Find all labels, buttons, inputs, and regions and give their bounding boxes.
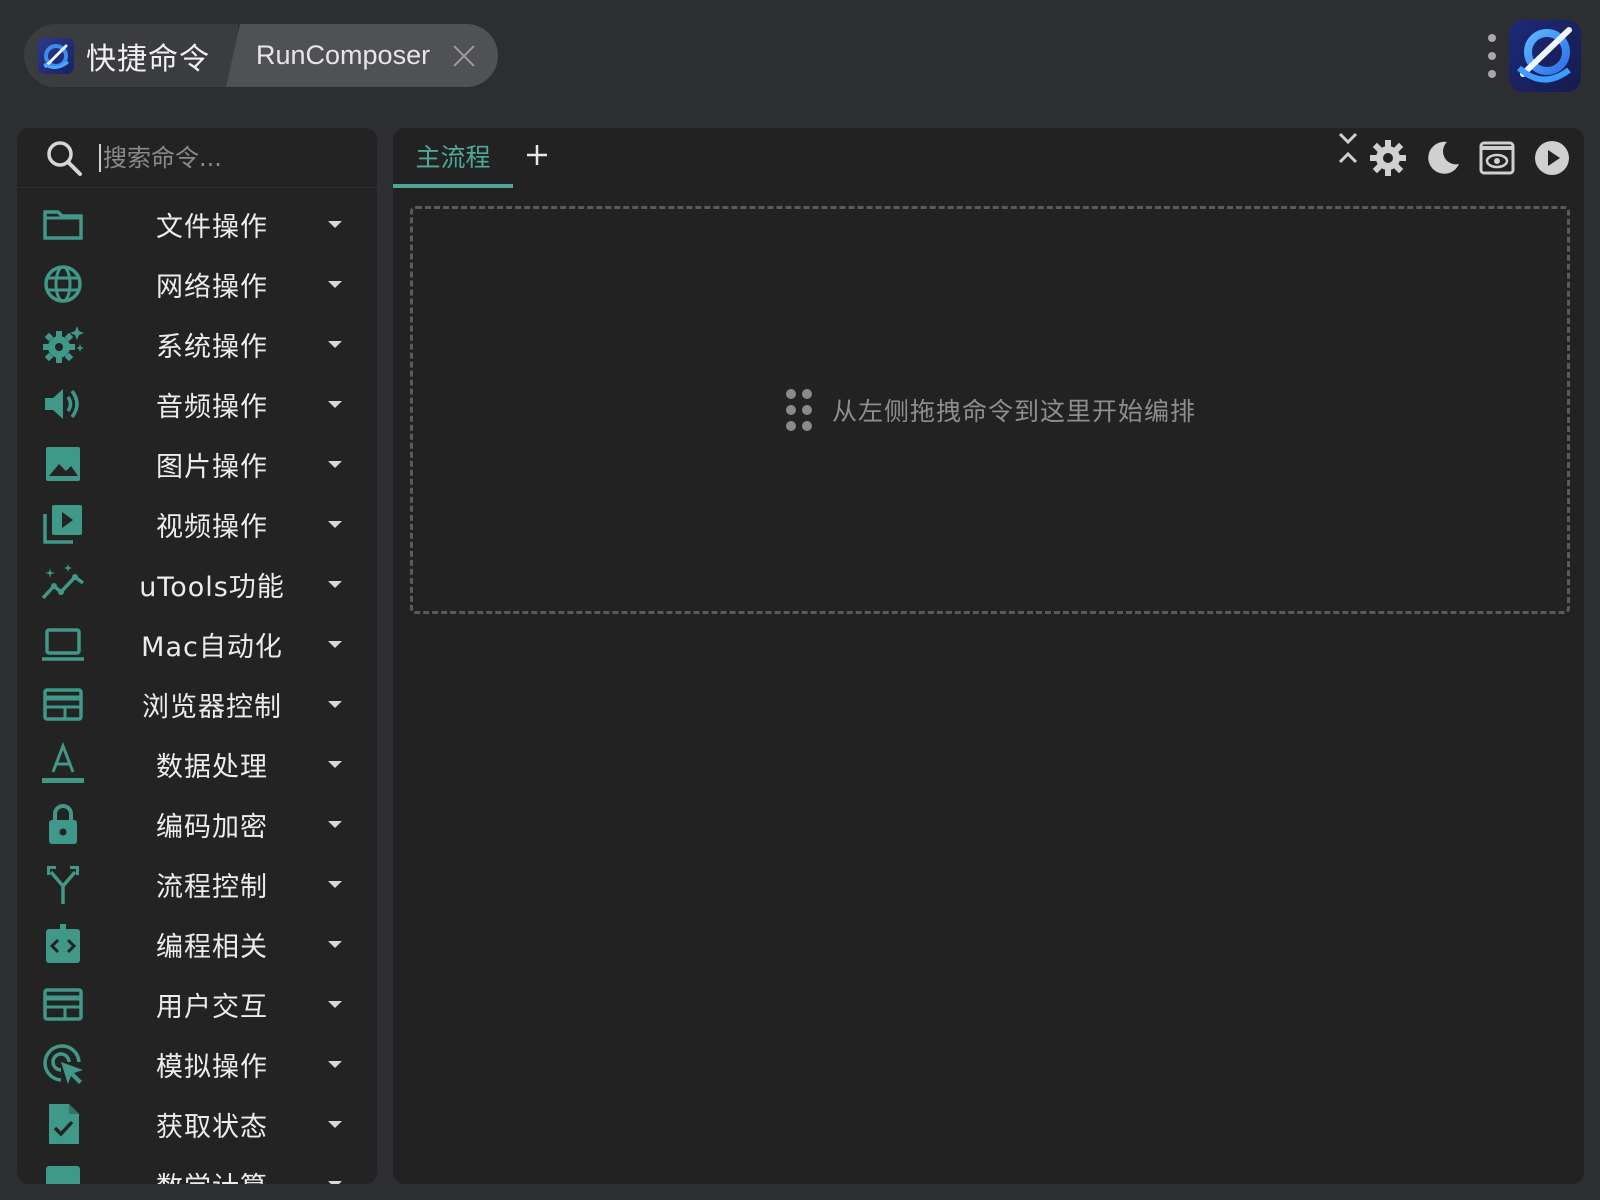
category-item[interactable]: 用户交互: [17, 974, 377, 1034]
category-label: 数据处理: [156, 751, 268, 783]
drag-handle-icon: [785, 389, 812, 431]
breadcrumb-label: RunComposer: [256, 40, 431, 70]
drop-zone[interactable]: 从左侧拖拽命令到这里开始编排: [410, 206, 1570, 614]
breadcrumb-current[interactable]: RunComposer: [226, 24, 499, 87]
chevron-down-icon: [328, 1061, 342, 1068]
video-library-icon: [43, 505, 82, 544]
composer-panel: 主流程 从左侧拖拽命令到这里开始编排: [393, 128, 1584, 1184]
search-input[interactable]: [99, 143, 359, 172]
category-label: 音频操作: [156, 391, 268, 423]
category-item[interactable]: 编程相关: [17, 914, 377, 974]
sparkle-chart-icon: [41, 564, 85, 600]
chevron-down-icon: [328, 1001, 342, 1008]
settings-sparkle-icon: [43, 326, 84, 363]
close-icon[interactable]: [452, 44, 476, 68]
category-label: Mac自动化: [141, 631, 283, 663]
chevron-down-icon: [328, 1121, 342, 1128]
app-title: 快捷命令: [86, 41, 210, 77]
category-label: 数学计算: [97, 1165, 327, 1185]
tab-main-flow[interactable]: 主流程: [393, 128, 513, 188]
folder-icon: [43, 210, 83, 240]
browser-window-icon: [43, 688, 83, 721]
file-check-icon: [49, 1104, 79, 1144]
category-label: 流程控制: [156, 871, 268, 903]
app-logo: [1509, 20, 1581, 92]
globe-icon: [44, 265, 82, 303]
category-item[interactable]: 数据处理: [17, 734, 377, 794]
image-icon: [46, 447, 80, 481]
chevron-down-icon: [328, 461, 342, 468]
chevron-down-icon: [328, 1181, 342, 1184]
lock-icon: [49, 804, 77, 844]
category-label: 获取状态: [156, 1111, 268, 1143]
category-label: 模拟操作: [156, 1051, 268, 1083]
code-icon: [46, 924, 80, 963]
chevron-down-icon: [328, 401, 342, 408]
more-menu-icon[interactable]: [1486, 34, 1498, 78]
category-label: 编程相关: [156, 931, 268, 963]
collapse-icon[interactable]: [1328, 128, 1368, 168]
search-icon: [47, 140, 82, 176]
chevron-down-icon: [328, 341, 342, 348]
category-item[interactable]: 编码加密: [17, 794, 377, 854]
add-tab-icon[interactable]: [524, 142, 550, 168]
breadcrumb: 快捷命令 RunComposer: [24, 24, 499, 87]
cursor-click-icon: [43, 1044, 83, 1084]
fork-arrow-icon: [47, 866, 79, 904]
chevron-down-icon: [328, 941, 342, 948]
chevron-down-icon: [328, 641, 342, 648]
laptop-icon: [42, 628, 84, 661]
chevron-down-icon: [328, 881, 342, 888]
gear-icon[interactable]: [1368, 138, 1408, 178]
chevron-down-icon: [328, 701, 342, 708]
preview-icon[interactable]: [1477, 138, 1517, 178]
chevron-down-icon: [328, 581, 342, 588]
window-icon: [43, 988, 83, 1021]
moon-icon[interactable]: [1423, 138, 1463, 178]
category-label: 浏览器控制: [142, 691, 282, 723]
run-icon[interactable]: [1532, 138, 1572, 178]
category-list: 文件操作 网络操作 系统操作 音频操作 图片操作 视频操作 uTools功能 M…: [17, 188, 377, 1184]
category-item[interactable]: 流程控制: [17, 854, 377, 914]
app-logo-icon: [38, 37, 74, 74]
category-item[interactable]: 浏览器控制: [17, 674, 377, 734]
category-label: 文件操作: [156, 211, 268, 243]
chevron-down-icon: [328, 221, 342, 228]
category-label: 图片操作: [156, 451, 268, 483]
text-format-icon: [42, 742, 84, 783]
category-item[interactable]: 网络操作: [17, 254, 377, 314]
speaker-icon: [45, 389, 79, 419]
category-label: 用户交互: [156, 991, 268, 1023]
command-sidebar: 文件操作 网络操作: [17, 128, 377, 1184]
category-item[interactable]: 音频操作: [17, 374, 377, 434]
category-item[interactable]: 视频操作: [17, 494, 377, 554]
chevron-down-icon: [328, 761, 342, 768]
category-item[interactable]: 文件操作: [17, 194, 377, 254]
category-item[interactable]: 模拟操作: [17, 1034, 377, 1094]
category-item[interactable]: 数学计算: [17, 1154, 377, 1184]
category-item[interactable]: 系统操作: [17, 314, 377, 374]
drop-zone-hint: 从左侧拖拽命令到这里开始编排: [831, 397, 1196, 426]
category-label: 系统操作: [156, 331, 268, 363]
search-bar: [17, 128, 377, 188]
chevron-down-icon: [328, 821, 342, 828]
category-label: 编码加密: [156, 811, 268, 843]
category-item[interactable]: 图片操作: [17, 434, 377, 494]
category-label: 视频操作: [156, 511, 268, 543]
breadcrumb-home[interactable]: 快捷命令: [24, 24, 238, 87]
calculator-icon: [46, 1166, 80, 1184]
category-item[interactable]: Mac自动化: [17, 614, 377, 674]
category-label: uTools功能: [139, 571, 285, 603]
category-item[interactable]: uTools功能: [17, 554, 377, 614]
chevron-down-icon: [328, 281, 342, 288]
category-item[interactable]: 获取状态: [17, 1094, 377, 1154]
category-label: 网络操作: [156, 271, 268, 303]
chevron-down-icon: [328, 521, 342, 528]
